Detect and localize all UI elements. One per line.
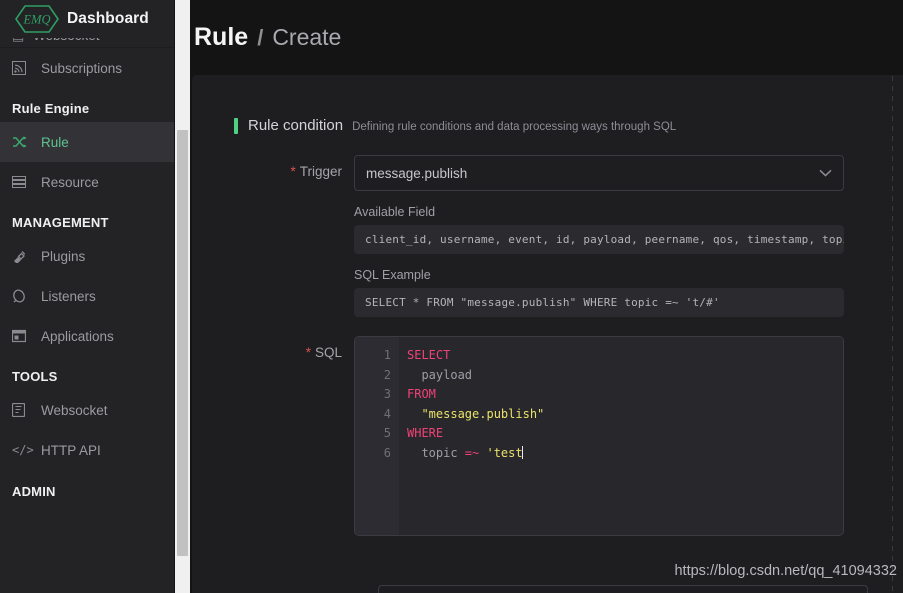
sql-example-label: SQL Example: [354, 268, 431, 282]
plug-icon: [12, 249, 32, 263]
sidebar-item-label: Plugins: [41, 248, 86, 264]
sidebar-item-label: Listeners: [41, 288, 96, 304]
sql-editor-gutter: 1 2 3 4 5 6: [355, 337, 399, 535]
sidebar-item-label: HTTP API: [41, 442, 101, 458]
available-field-list: client_id, username, event, id, payload,…: [354, 225, 844, 254]
socket-icon: [12, 403, 32, 417]
app-icon: [12, 329, 32, 343]
main-content: Rule / Create Rule condition Defining ru…: [174, 0, 903, 593]
svg-text:EMQ: EMQ: [22, 13, 50, 27]
trigger-label: * Trigger: [192, 155, 354, 317]
sql-label-text: SQL: [314, 345, 342, 360]
shuffle-icon: [12, 135, 32, 149]
section-subtitle: Defining rule conditions and data proces…: [352, 121, 677, 133]
sidebar-item-label: Rule: [41, 134, 69, 150]
trigger-select[interactable]: message.publish: [354, 155, 844, 191]
sql-row: * SQL 1 2 3 4 5 6 SELECT payload FROM "message.…: [192, 336, 903, 536]
ear-icon: [12, 289, 32, 303]
rss-icon: [12, 61, 32, 75]
sql-label: * SQL: [192, 336, 354, 536]
required-asterisk: *: [305, 345, 311, 360]
trigger-control: message.publish Available Field client_i…: [354, 155, 903, 317]
section-header: Rule condition Defining rule conditions …: [234, 117, 903, 134]
emq-logo-icon: EMQ: [14, 4, 60, 34]
line-number: 1: [383, 348, 391, 362]
sidebar-item-rule[interactable]: Rule: [0, 122, 174, 162]
section-accent-bar: [234, 117, 238, 134]
page-edge-divider: [892, 76, 893, 593]
breadcrumb-separator: /: [257, 24, 264, 50]
sidebar-item-http-api[interactable]: </> HTTP API: [0, 430, 174, 470]
sql-line: WHERE: [407, 424, 843, 444]
sidebar-item-websocket[interactable]: Websocket: [0, 390, 174, 430]
breadcrumb-root[interactable]: Rule: [194, 23, 248, 52]
sidebar-group-management: MANAGEMENT: [12, 215, 109, 230]
breadcrumb-current: Create: [272, 24, 342, 50]
code-icon: </>: [12, 443, 34, 457]
sidebar-item-label: Resource: [41, 174, 99, 190]
sql-token: FROM: [407, 387, 436, 401]
sidebar-item-applications[interactable]: Applications: [0, 316, 174, 356]
sql-line: FROM: [407, 385, 843, 405]
rule-condition-card: Rule condition Defining rule conditions …: [192, 75, 903, 593]
sql-token: WHERE: [407, 426, 444, 440]
sidebar-item-subscriptions[interactable]: Subscriptions: [0, 48, 174, 88]
sql-token: =~: [464, 445, 480, 460]
section-title: Rule condition: [248, 117, 344, 134]
line-number: 3: [383, 387, 391, 401]
sidebar-group-admin: ADMIN: [12, 484, 56, 499]
line-number: 5: [383, 426, 391, 440]
sql-control: 1 2 3 4 5 6 SELECT payload FROM "message.publi…: [354, 336, 903, 536]
sidebar-item-label: Websocket: [41, 402, 108, 418]
line-number: 2: [383, 367, 391, 382]
sql-line: topic =~ 'test: [407, 444, 843, 464]
required-asterisk: *: [290, 164, 296, 179]
available-field-label: Available Field: [354, 205, 436, 219]
chevron-down-icon: [819, 164, 832, 182]
trigger-selected-value: message.publish: [366, 165, 468, 181]
sql-line: SELECT: [407, 346, 843, 366]
brand-title: Dashboard: [67, 10, 149, 27]
line-number: 6: [383, 445, 391, 460]
watermark-text: https://blog.csdn.net/qq_41094332: [674, 563, 897, 579]
sidebar: EMQ Dashboard ▤ Websocket Su: [0, 0, 174, 593]
brand-header[interactable]: EMQ Dashboard: [0, 0, 174, 38]
sql-token: payload: [407, 367, 473, 382]
sql-line: payload: [407, 366, 843, 386]
sql-editor[interactable]: 1 2 3 4 5 6 SELECT payload FROM "message.publi…: [354, 336, 844, 536]
sidebar-item-clipped[interactable]: ▤ Websocket: [0, 38, 174, 48]
sidebar-scrollbar-thumb[interactable]: [177, 130, 188, 556]
next-input-field[interactable]: [378, 585, 868, 593]
database-icon: [12, 175, 32, 189]
clipped-icon: ▤: [12, 38, 24, 44]
sidebar-item-label: Subscriptions: [41, 60, 123, 76]
breadcrumb: Rule / Create: [174, 0, 903, 75]
sidebar-group-rule-engine: Rule Engine: [12, 101, 90, 116]
sidebar-item-label: Websocket: [33, 38, 100, 43]
sql-editor-code[interactable]: SELECT payload FROM "message.publish" WHER…: [399, 337, 843, 535]
sql-token: SELECT: [407, 348, 451, 362]
sidebar-group-tools: TOOLS: [12, 369, 58, 384]
sidebar-item-label: Applications: [41, 328, 114, 344]
sql-token: 'test: [479, 445, 523, 460]
sidebar-item-plugins[interactable]: Plugins: [0, 236, 174, 276]
sidebar-item-resource[interactable]: Resource: [0, 162, 174, 202]
text-caret: [521, 445, 523, 459]
sql-line: "message.publish": [407, 405, 843, 425]
app-root: EMQ Dashboard ▤ Websocket Su: [0, 0, 903, 593]
sql-example-text: SELECT * FROM "message.publish" WHERE to…: [354, 288, 844, 317]
line-number: 4: [383, 406, 391, 421]
sql-token: "message.publish": [421, 406, 545, 421]
sidebar-nav: ▤ Websocket Subscriptions Rule Engine: [0, 38, 174, 505]
sidebar-item-listeners[interactable]: Listeners: [0, 276, 174, 316]
sql-token: topic: [407, 445, 465, 460]
trigger-row: * Trigger message.publish Available Field…: [192, 155, 903, 317]
trigger-label-text: Trigger: [299, 164, 342, 179]
